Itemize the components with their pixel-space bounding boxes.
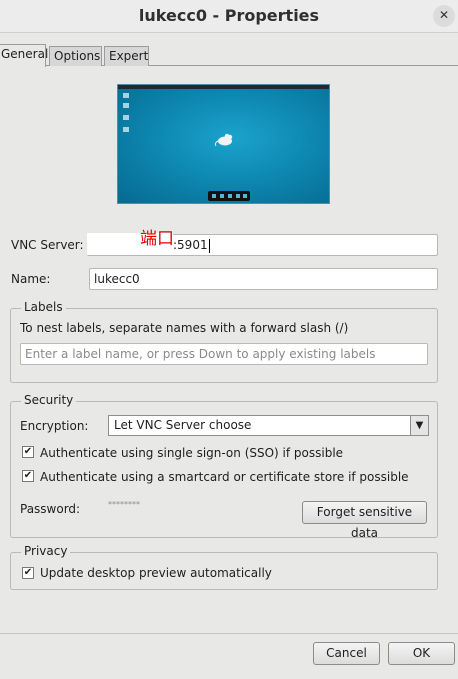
name-label: Name: — [11, 272, 51, 286]
annotation-port: 端口 — [140, 229, 174, 249]
security-group-title: Security — [21, 393, 77, 407]
preview-dock — [208, 191, 250, 201]
label-input-placeholder: Enter a label name, or press Down to app… — [25, 347, 376, 361]
mouse-icon — [214, 133, 233, 147]
labels-hint: To nest labels, separate names with a fo… — [20, 321, 349, 335]
window-title: lukecc0 - Properties — [138, 6, 320, 25]
close-icon: ✕ — [438, 8, 450, 22]
preview-desktop-icon — [123, 115, 129, 120]
smartcard-checkbox[interactable]: ✔ — [22, 470, 34, 482]
cancel-button[interactable]: Cancel — [313, 642, 380, 665]
tab-expert[interactable]: Expert — [104, 46, 149, 66]
footer-divider — [0, 633, 458, 634]
preview-desktop-icon — [123, 93, 129, 98]
chevron-down-icon[interactable]: ▼ — [410, 416, 428, 435]
update-preview-label: Update desktop preview automatically — [40, 566, 272, 580]
tab-options[interactable]: Options — [49, 46, 102, 66]
ok-button[interactable]: OK — [388, 642, 455, 665]
label-input[interactable]: Enter a label name, or press Down to app… — [20, 343, 428, 365]
preview-desktop-icon — [123, 103, 129, 108]
encryption-select[interactable]: Let VNC Server choose ▼ — [108, 415, 429, 436]
labels-group-title: Labels — [21, 300, 66, 314]
update-preview-checkbox[interactable]: ✔ — [22, 567, 34, 579]
close-button[interactable]: ✕ — [433, 5, 455, 27]
forget-sensitive-data-button[interactable]: Forget sensitive data — [302, 501, 427, 540]
name-input[interactable]: lukecc0 — [89, 268, 438, 290]
text-caret — [208, 238, 210, 253]
encryption-value: Let VNC Server choose — [114, 418, 252, 432]
desktop-preview — [117, 84, 330, 204]
sso-label: Authenticate using single sign-on (SSO) … — [40, 446, 344, 460]
sso-checkbox[interactable]: ✔ — [22, 446, 34, 458]
tab-general[interactable]: General — [0, 44, 48, 67]
preview-desktop-icon — [123, 127, 129, 132]
encryption-label: Encryption: — [20, 419, 89, 433]
privacy-group-title: Privacy — [21, 544, 71, 558]
preview-topbar — [118, 85, 329, 89]
password-value: ******** — [108, 500, 140, 509]
smartcard-label: Authenticate using a smartcard or certif… — [40, 470, 409, 484]
title-bar: lukecc0 - Properties ✕ — [0, 0, 458, 33]
vnc-server-label: VNC Server: — [11, 238, 84, 252]
password-label: Password: — [20, 502, 81, 516]
